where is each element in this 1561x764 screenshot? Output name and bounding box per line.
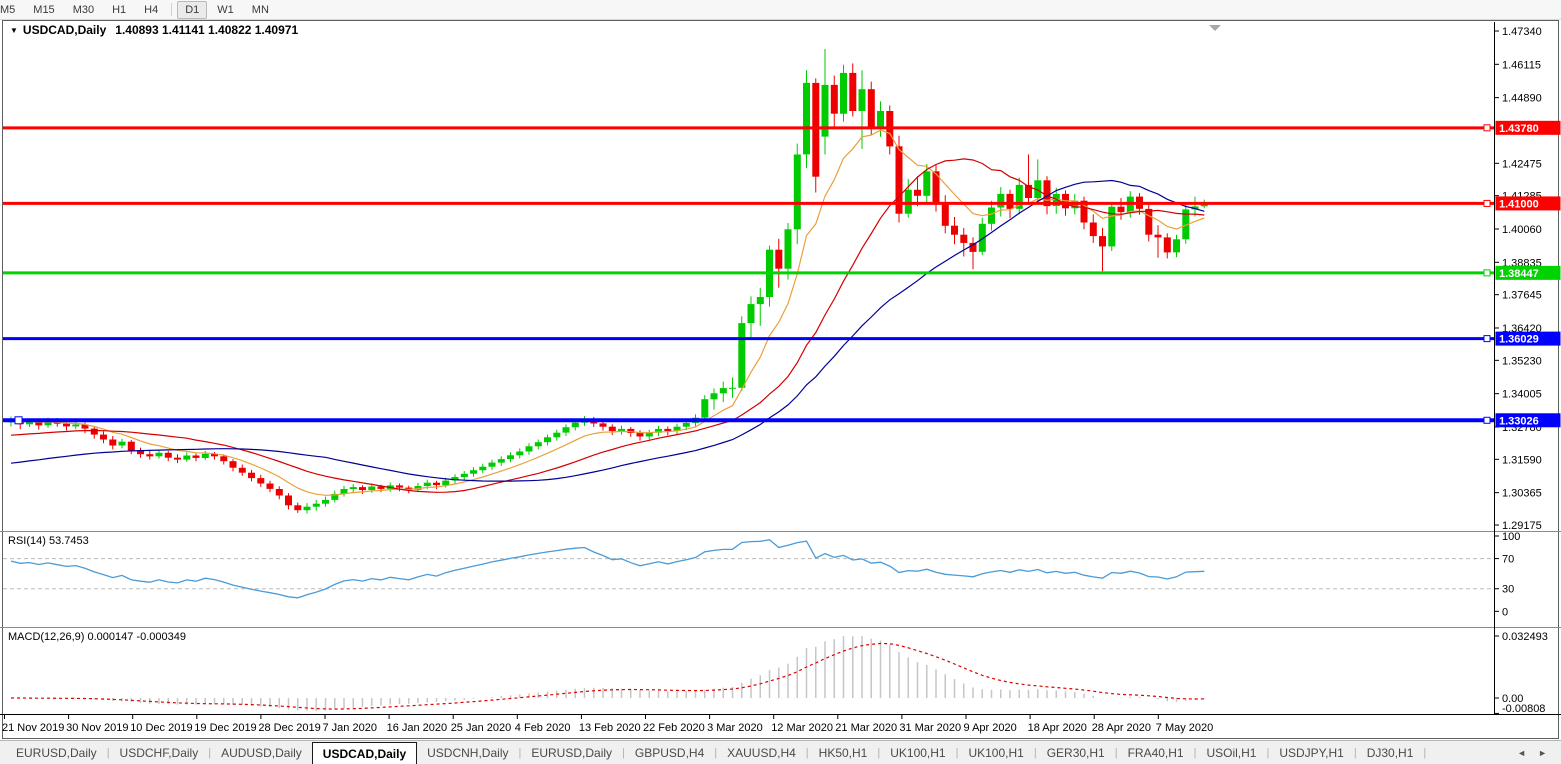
chart-tab-ger30-h1[interactable]: GER30,H1 [1037,741,1115,764]
svg-text:0: 0 [1502,606,1508,618]
chart-ohlc-values: 1.40893 1.41141 1.40822 1.40971 [115,23,298,37]
svg-text:22 Feb 2020: 22 Feb 2020 [643,722,705,734]
svg-text:30 Nov 2019: 30 Nov 2019 [66,722,128,734]
svg-text:9 Apr 2020: 9 Apr 2020 [964,722,1017,734]
svg-text:19 Dec 2019: 19 Dec 2019 [194,722,256,734]
period-button-m15[interactable]: M15 [25,1,62,19]
svg-text:28 Apr 2020: 28 Apr 2020 [1092,722,1151,734]
period-button-h1[interactable]: H1 [104,1,134,19]
svg-text:1.44890: 1.44890 [1502,93,1542,105]
svg-text:21 Mar 2020: 21 Mar 2020 [835,722,897,734]
svg-text:7 May 2020: 7 May 2020 [1156,722,1213,734]
tab-separator: | [1423,741,1426,764]
svg-text:1.42475: 1.42475 [1502,158,1542,170]
svg-text:1.36029: 1.36029 [1499,334,1539,346]
chart-tab-audusd-daily[interactable]: AUDUSD,Daily [211,741,312,764]
svg-text:1.43780: 1.43780 [1499,123,1539,135]
tab-scroll-left-icon[interactable]: ◄ [1517,748,1526,758]
period-button-mn[interactable]: MN [244,1,277,19]
svg-text:28 Dec 2019: 28 Dec 2019 [258,722,320,734]
chart-tab-dj30-h1[interactable]: DJ30,H1 [1357,741,1424,764]
svg-text:1.34005: 1.34005 [1502,389,1542,401]
svg-text:18 Apr 2020: 18 Apr 2020 [1028,722,1087,734]
period-button-d1[interactable]: D1 [177,1,207,19]
chart-tab-uk100-h1[interactable]: UK100,H1 [880,741,955,764]
chart-tabs: EURUSD,Daily|USDCHF,Daily|AUDUSD,DailyUS… [0,741,1517,764]
svg-text:1.38447: 1.38447 [1499,268,1539,280]
timeframe-toolbar: M5M15M30H1H4 D1W1MN [0,0,1561,20]
chart-tab-gbpusd-h4[interactable]: GBPUSD,H4 [625,741,714,764]
tab-scroll-right-icon[interactable]: ► [1538,748,1547,758]
chart-tab-usdcnh-daily[interactable]: USDCNH,Daily [417,741,518,764]
svg-text:70: 70 [1502,554,1514,566]
svg-text:100: 100 [1502,531,1520,543]
chart-tab-hk50-h1[interactable]: HK50,H1 [809,741,878,764]
chart-tab-uk100-h1[interactable]: UK100,H1 [958,741,1033,764]
chart-tab-eurusd-daily[interactable]: EURUSD,Daily [521,741,622,764]
svg-text:1.46115: 1.46115 [1502,59,1541,71]
hline-handle[interactable] [15,417,22,424]
toolbar-divider [171,3,172,16]
svg-text:10 Dec 2019: 10 Dec 2019 [130,722,192,734]
tab-scroll-arrows: ◄ ► [1517,741,1561,764]
period-button-w1[interactable]: W1 [209,1,242,19]
svg-text:-0.00808: -0.00808 [1502,703,1545,715]
svg-text:13 Feb 2020: 13 Feb 2020 [579,722,641,734]
svg-text:1.35230: 1.35230 [1502,355,1542,367]
chart-tab-eurusd-daily[interactable]: EURUSD,Daily [6,741,107,764]
svg-text:12 Mar 2020: 12 Mar 2020 [771,722,833,734]
chart-tab-usoil-h1[interactable]: USOil,H1 [1196,741,1266,764]
svg-text:16 Jan 2020: 16 Jan 2020 [387,722,448,734]
svg-text:1.41000: 1.41000 [1499,198,1539,210]
svg-text:0.032493: 0.032493 [1502,631,1548,643]
svg-text:25 Jan 2020: 25 Jan 2020 [451,722,512,734]
timeframe-buttons: M5M15M30H1H4 D1W1MN [0,1,278,19]
period-button-m5[interactable]: M5 [0,1,23,19]
svg-text:7 Jan 2020: 7 Jan 2020 [323,722,377,734]
svg-text:31 Mar 2020: 31 Mar 2020 [899,722,961,734]
chart-tab-usdjpy-h1[interactable]: USDJPY,H1 [1269,741,1353,764]
svg-text:21 Nov 2019: 21 Nov 2019 [2,722,64,734]
rsi-indicator-label: RSI(14) 53.7453 [8,535,89,547]
period-button-h4[interactable]: H4 [136,1,166,19]
chart-tab-usdcad-daily[interactable]: USDCAD,Daily [312,742,417,764]
period-button-m30[interactable]: M30 [65,1,102,19]
svg-text:1.30365: 1.30365 [1502,488,1542,500]
svg-text:1.47340: 1.47340 [1502,26,1542,38]
svg-text:1.37645: 1.37645 [1502,290,1542,302]
chart-canvas[interactable]: 0.0324930.00-0.008081.473401.461151.4489… [0,0,1561,740]
svg-text:3 Mar 2020: 3 Mar 2020 [707,722,763,734]
svg-text:1.33026: 1.33026 [1499,415,1539,427]
chart-tab-xauusd-h4[interactable]: XAUUSD,H4 [717,741,806,764]
chart-title: ▼ USDCAD,Daily 1.40893 1.41141 1.40822 1.4… [10,23,298,37]
svg-text:1.31590: 1.31590 [1502,454,1542,466]
svg-text:1.40060: 1.40060 [1502,224,1542,236]
chart-tab-usdchf-daily[interactable]: USDCHF,Daily [110,741,209,764]
svg-text:4 Feb 2020: 4 Feb 2020 [515,722,571,734]
macd-indicator-label: MACD(12,26,9) 0.000147 -0.000349 [8,631,186,643]
chart-symbol-label: USDCAD,Daily [23,23,106,37]
chevron-down-icon[interactable]: ▼ [10,26,18,35]
chart-tabbar: EURUSD,Daily|USDCHF,Daily|AUDUSD,DailyUS… [0,740,1561,764]
chart-tab-fra40-h1[interactable]: FRA40,H1 [1118,741,1194,764]
svg-text:30: 30 [1502,584,1514,596]
